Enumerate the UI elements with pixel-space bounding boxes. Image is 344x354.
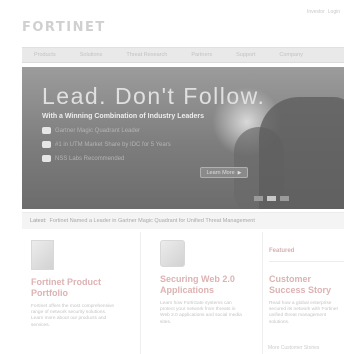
ticker-text: Fortinet Named a Leader in Gartner Magic… <box>49 218 255 224</box>
card-title[interactable]: Fortinet Product Portfolio <box>31 277 129 299</box>
more-stories-link[interactable]: More Customer Stories <box>268 345 319 351</box>
fortinet-logo[interactable]: FORTINET <box>22 20 106 35</box>
hero-bullet-text: Gartner Magic Quadrant Leader <box>55 127 141 134</box>
main-navigation: Products Solutions Threat Research Partn… <box>22 47 344 63</box>
investor-link[interactable]: Investor <box>307 9 325 15</box>
hero-bullet[interactable]: Gartner Magic Quadrant Leader <box>42 127 171 134</box>
slide-dot[interactable] <box>254 196 263 201</box>
slide-dot[interactable] <box>267 196 276 201</box>
hero-subtitle: With a Winning Combination of Industry L… <box>42 113 205 120</box>
hero-bullet-text: NSS Labs Recommended <box>55 155 125 162</box>
product-portfolio-card: Fortinet Product Portfolio Fortinet offe… <box>22 232 129 354</box>
learn-more-button[interactable]: Learn More ▶ <box>200 167 248 178</box>
login-link[interactable]: Login <box>328 9 340 15</box>
featured-sidebar: Featured Customer Success Story Read how… <box>262 232 344 354</box>
ticker-label: Latest: <box>30 218 47 224</box>
award-icon <box>42 155 51 162</box>
slide-pager <box>254 196 289 201</box>
section-label: Featured <box>269 248 295 254</box>
card-title[interactable]: Securing Web 2.0 Applications <box>160 274 252 296</box>
customer-story-body: Read how a global enterprise secured its… <box>269 301 338 325</box>
card-body: Learn how FortiGate systems can protect … <box>160 301 242 325</box>
divider <box>269 261 344 262</box>
hero-title: Lead. Don't Follow. <box>42 83 266 109</box>
slide-dot[interactable] <box>280 196 289 201</box>
learn-more-label: Learn More <box>206 169 235 176</box>
product-thumbnail <box>31 240 54 270</box>
nav-item-company[interactable]: Company <box>267 52 315 58</box>
nav-item-threat-research[interactable]: Threat Research <box>114 52 179 58</box>
web-applications-card: Securing Web 2.0 Applications Learn how … <box>140 232 252 354</box>
utility-links: Investor Login <box>307 9 340 15</box>
nav-item-solutions[interactable]: Solutions <box>68 52 115 58</box>
nav-item-partners[interactable]: Partners <box>179 52 224 58</box>
award-icon <box>42 127 51 134</box>
customer-story-title[interactable]: Customer Success Story <box>269 274 344 296</box>
news-ticker[interactable]: Latest: Fortinet Named a Leader in Gartne… <box>22 212 344 229</box>
nav-item-support[interactable]: Support <box>224 52 267 58</box>
logo-text: FORTINET <box>22 20 106 35</box>
hero-bullet-list: Gartner Magic Quadrant Leader #1 in UTM … <box>42 127 171 169</box>
nav-item-products[interactable]: Products <box>22 52 68 58</box>
card-body: Fortinet offers the most comprehensive r… <box>31 304 115 328</box>
document-thumbnail <box>160 240 185 267</box>
hero-banner: Lead. Don't Follow. With a Winning Combi… <box>22 67 344 209</box>
chevron-right-icon: ▶ <box>237 169 242 176</box>
hero-bullet-text: #1 in UTM Market Share by IDC for 5 Year… <box>55 141 171 148</box>
hero-bullet[interactable]: #1 in UTM Market Share by IDC for 5 Year… <box>42 141 171 148</box>
hero-bullet[interactable]: NSS Labs Recommended <box>42 155 171 162</box>
award-icon <box>42 141 51 148</box>
hero-figure <box>259 97 344 209</box>
